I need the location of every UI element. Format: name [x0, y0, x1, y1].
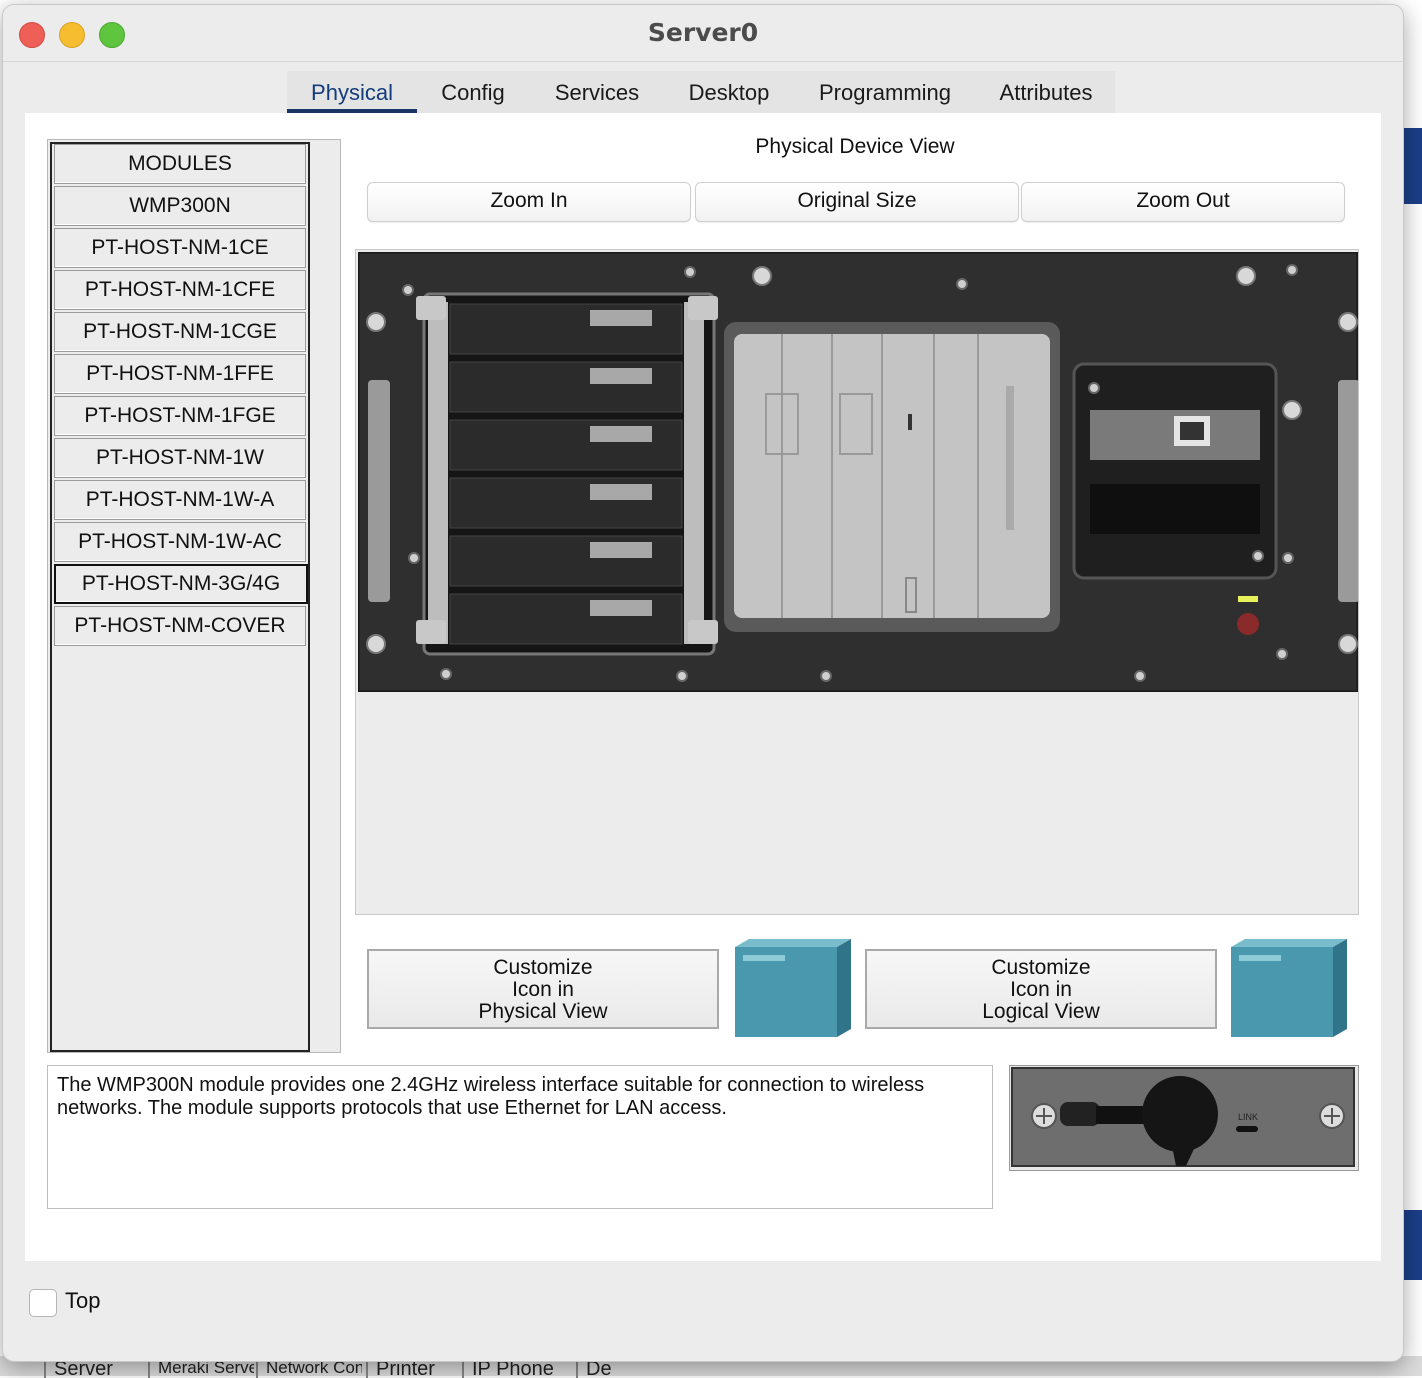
module-item[interactable]: PT-HOST-NM-1CE	[54, 228, 306, 268]
zoom-in-button[interactable]: Zoom In	[367, 182, 691, 222]
physical-tab-content: MODULES WMP300N PT-HOST-NM-1CE PT-HOST-N…	[25, 113, 1381, 1261]
tab-attributes[interactable]: Attributes	[987, 71, 1105, 115]
logical-view-icon-cube	[1231, 939, 1347, 1037]
customize-logical-line3: Logical View	[982, 1000, 1100, 1023]
server-window: Server0 Physical Config Services Desktop…	[2, 4, 1404, 1362]
tab-bar: Physical Config Services Desktop Program…	[287, 71, 1115, 117]
physical-device-view-title: Physical Device View	[755, 135, 955, 158]
server-chassis-image	[358, 252, 1358, 692]
customize-physical-line3: Physical View	[478, 1000, 608, 1023]
title-bar[interactable]: Server0	[3, 5, 1403, 62]
wmp300n-module-image: LINK	[1011, 1067, 1355, 1167]
module-item-selected[interactable]: PT-HOST-NM-3G/4G	[54, 564, 308, 604]
customize-physical-icon-button[interactable]: Customize Icon in Physical View	[367, 949, 719, 1029]
module-item[interactable]: PT-HOST-NM-1W	[54, 438, 306, 478]
physical-view-icon-cube	[735, 939, 851, 1037]
module-item[interactable]: PT-HOST-NM-1CFE	[54, 270, 306, 310]
module-item[interactable]: PT-HOST-NM-1CGE	[54, 312, 306, 352]
customize-physical-line2: Icon in	[512, 978, 574, 1001]
tab-services[interactable]: Services	[543, 71, 651, 115]
tab-config[interactable]: Config	[427, 71, 519, 115]
tab-physical[interactable]: Physical	[287, 71, 417, 117]
original-size-button[interactable]: Original Size	[695, 182, 1019, 222]
modules-header: MODULES	[54, 144, 306, 184]
module-item[interactable]: WMP300N	[54, 186, 306, 226]
window-title: Server0	[647, 18, 759, 47]
link-label: LINK	[1238, 1112, 1258, 1122]
top-checkbox[interactable]	[29, 1289, 57, 1317]
module-item[interactable]: PT-HOST-NM-1W-AC	[54, 522, 306, 562]
customize-logical-line1: Customize	[991, 956, 1091, 979]
tab-programming[interactable]: Programming	[807, 71, 963, 115]
top-checkbox-label: Top	[65, 1288, 101, 1313]
module-item[interactable]: PT-HOST-NM-1W-A	[54, 480, 306, 520]
physical-device-viewport[interactable]	[355, 249, 1359, 915]
customize-logical-icon-button[interactable]: Customize Icon in Logical View	[865, 949, 1217, 1029]
module-item[interactable]: PT-HOST-NM-1FFE	[54, 354, 306, 394]
background-app-edge-lower	[1402, 1210, 1422, 1280]
modules-list[interactable]: MODULES WMP300N PT-HOST-NM-1CE PT-HOST-N…	[50, 142, 310, 1052]
zoom-out-button[interactable]: Zoom Out	[1021, 182, 1345, 222]
customize-physical-line1: Customize	[493, 956, 593, 979]
module-preview-image: LINK	[1009, 1065, 1359, 1171]
tab-desktop[interactable]: Desktop	[677, 71, 781, 115]
modules-panel: MODULES WMP300N PT-HOST-NM-1CE PT-HOST-N…	[47, 139, 341, 1053]
customize-logical-line2: Icon in	[1010, 978, 1072, 1001]
module-item[interactable]: PT-HOST-NM-1FGE	[54, 396, 306, 436]
module-item[interactable]: PT-HOST-NM-COVER	[54, 606, 306, 646]
module-description: The WMP300N module provides one 2.4GHz w…	[47, 1065, 993, 1209]
background-app-edge	[1402, 128, 1422, 204]
